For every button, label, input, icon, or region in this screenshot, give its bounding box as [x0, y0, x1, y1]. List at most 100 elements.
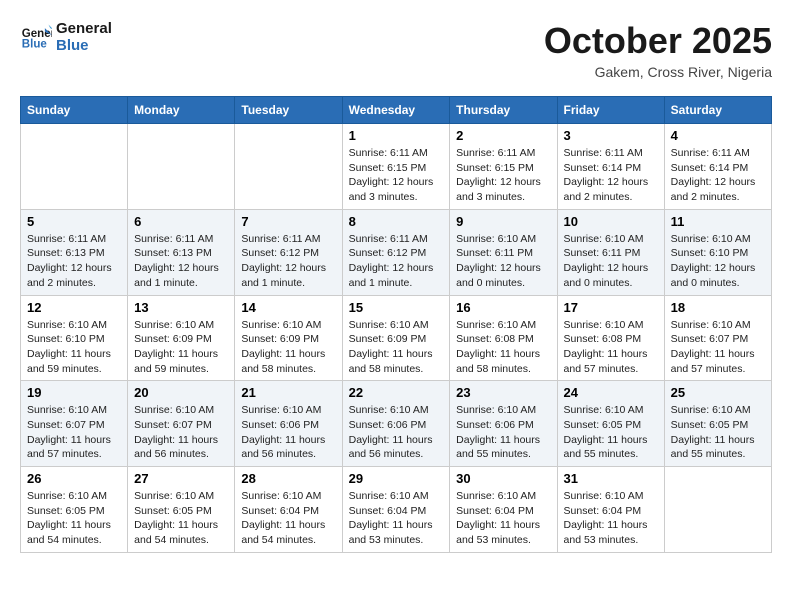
- calendar-day-cell: 9 Sunrise: 6:10 AM Sunset: 6:11 PM Daylig…: [450, 209, 557, 295]
- calendar-day-cell: 1 Sunrise: 6:11 AM Sunset: 6:15 PM Daylig…: [342, 124, 450, 210]
- calendar-day-cell: 30Sunrise: 6:10 AM Sunset: 6:04 PM Dayli…: [450, 467, 557, 553]
- day-number: 8: [349, 214, 444, 229]
- day-number: 2: [456, 128, 550, 143]
- day-number: 24: [564, 385, 658, 400]
- day-number: 7: [241, 214, 335, 229]
- calendar-day-cell: 6Sunrise: 6:11 AM Sunset: 6:13 PM Daylig…: [128, 209, 235, 295]
- calendar-day-cell: 7 Sunrise: 6:11 AM Sunset: 6:12 PM Daylig…: [235, 209, 342, 295]
- day-number: 29: [349, 471, 444, 486]
- day-number: 12: [27, 300, 121, 315]
- day-info: Sunrise: 6:10 AM Sunset: 6:05 PM Dayligh…: [27, 489, 121, 548]
- day-number: 23: [456, 385, 550, 400]
- day-info: Sunrise: 6:10 AM Sunset: 6:05 PM Dayligh…: [671, 403, 765, 462]
- calendar-day-cell: 10 Sunrise: 6:10 AM Sunset: 6:11 PM Dayli…: [557, 209, 664, 295]
- day-info: Sunrise: 6:10 AM Sunset: 6:06 PM Dayligh…: [349, 403, 444, 462]
- day-number: 28: [241, 471, 335, 486]
- day-number: 31: [564, 471, 658, 486]
- calendar-day-cell: 12 Sunrise: 6:10 AM Sunset: 6:10 PM Dayli…: [21, 295, 128, 381]
- calendar-day-cell: 20 Sunrise: 6:10 AM Sunset: 6:07 PM Dayli…: [128, 381, 235, 467]
- calendar-day-cell: 26 Sunrise: 6:10 AM Sunset: 6:05 PM Dayli…: [21, 467, 128, 553]
- day-info: Sunrise: 6:11 AM Sunset: 6:15 PM Dayligh…: [456, 146, 550, 205]
- weekday-header-thursday: Thursday: [450, 97, 557, 124]
- weekday-header-friday: Friday: [557, 97, 664, 124]
- calendar-day-cell: 21 Sunrise: 6:10 AM Sunset: 6:06 PM Dayli…: [235, 381, 342, 467]
- calendar-day-cell: 18Sunrise: 6:10 AM Sunset: 6:07 PM Dayli…: [664, 295, 771, 381]
- calendar-day-cell: 3 Sunrise: 6:11 AM Sunset: 6:14 PM Daylig…: [557, 124, 664, 210]
- calendar-day-cell: 17 Sunrise: 6:10 AM Sunset: 6:08 PM Dayli…: [557, 295, 664, 381]
- day-number: 9: [456, 214, 550, 229]
- day-info: Sunrise: 6:10 AM Sunset: 6:11 PM Dayligh…: [456, 232, 550, 291]
- day-info: Sunrise: 6:11 AM Sunset: 6:14 PM Dayligh…: [564, 146, 658, 205]
- weekday-header-sunday: Sunday: [21, 97, 128, 124]
- calendar-table: SundayMondayTuesdayWednesdayThursdayFrid…: [20, 96, 772, 553]
- day-info: Sunrise: 6:10 AM Sunset: 6:08 PM Dayligh…: [456, 318, 550, 377]
- calendar-day-cell: [21, 124, 128, 210]
- calendar-day-cell: 15 Sunrise: 6:10 AM Sunset: 6:09 PM Dayli…: [342, 295, 450, 381]
- day-number: 20: [134, 385, 228, 400]
- calendar-day-cell: [128, 124, 235, 210]
- day-number: 21: [241, 385, 335, 400]
- day-info: Sunrise: 6:10 AM Sunset: 6:09 PM Dayligh…: [134, 318, 228, 377]
- month-title: October 2025: [544, 20, 772, 62]
- day-info: Sunrise: 6:10 AM Sunset: 6:06 PM Dayligh…: [456, 403, 550, 462]
- weekday-header-wednesday: Wednesday: [342, 97, 450, 124]
- day-number: 17: [564, 300, 658, 315]
- day-info: Sunrise: 6:10 AM Sunset: 6:07 PM Dayligh…: [134, 403, 228, 462]
- day-info: Sunrise: 6:10 AM Sunset: 6:06 PM Dayligh…: [241, 403, 335, 462]
- day-info: Sunrise: 6:10 AM Sunset: 6:10 PM Dayligh…: [671, 232, 765, 291]
- day-number: 15: [349, 300, 444, 315]
- day-info: Sunrise: 6:10 AM Sunset: 6:04 PM Dayligh…: [456, 489, 550, 548]
- day-info: Sunrise: 6:11 AM Sunset: 6:12 PM Dayligh…: [241, 232, 335, 291]
- calendar-day-cell: 23 Sunrise: 6:10 AM Sunset: 6:06 PM Dayli…: [450, 381, 557, 467]
- calendar-day-cell: 14 Sunrise: 6:10 AM Sunset: 6:09 PM Dayli…: [235, 295, 342, 381]
- day-number: 25: [671, 385, 765, 400]
- day-number: 10: [564, 214, 658, 229]
- day-info: Sunrise: 6:11 AM Sunset: 6:15 PM Dayligh…: [349, 146, 444, 205]
- day-info: Sunrise: 6:10 AM Sunset: 6:07 PM Dayligh…: [27, 403, 121, 462]
- day-number: 19: [27, 385, 121, 400]
- location-subtitle: Gakem, Cross River, Nigeria: [544, 64, 772, 80]
- calendar-week-row: 12 Sunrise: 6:10 AM Sunset: 6:10 PM Dayli…: [21, 295, 772, 381]
- day-number: 5: [27, 214, 121, 229]
- calendar-day-cell: 28 Sunrise: 6:10 AM Sunset: 6:04 PM Dayli…: [235, 467, 342, 553]
- title-block: October 2025 Gakem, Cross River, Nigeria: [544, 20, 772, 80]
- calendar-week-row: 5 Sunrise: 6:11 AM Sunset: 6:13 PM Daylig…: [21, 209, 772, 295]
- calendar-day-cell: 4Sunrise: 6:11 AM Sunset: 6:14 PM Daylig…: [664, 124, 771, 210]
- calendar-day-cell: 5Sunrise: 6:11 AM Sunset: 6:13 PM Daylig…: [21, 209, 128, 295]
- calendar-day-cell: 2 Sunrise: 6:11 AM Sunset: 6:15 PM Daylig…: [450, 124, 557, 210]
- logo-text-general: General: [56, 20, 112, 37]
- calendar-day-cell: 27Sunrise: 6:10 AM Sunset: 6:05 PM Dayli…: [128, 467, 235, 553]
- day-info: Sunrise: 6:10 AM Sunset: 6:11 PM Dayligh…: [564, 232, 658, 291]
- day-number: 27: [134, 471, 228, 486]
- calendar-day-cell: 13 Sunrise: 6:10 AM Sunset: 6:09 PM Dayli…: [128, 295, 235, 381]
- calendar-week-row: 26 Sunrise: 6:10 AM Sunset: 6:05 PM Dayli…: [21, 467, 772, 553]
- calendar-day-cell: 16 Sunrise: 6:10 AM Sunset: 6:08 PM Dayli…: [450, 295, 557, 381]
- day-info: Sunrise: 6:10 AM Sunset: 6:04 PM Dayligh…: [564, 489, 658, 548]
- calendar-day-cell: 8 Sunrise: 6:11 AM Sunset: 6:12 PM Daylig…: [342, 209, 450, 295]
- day-info: Sunrise: 6:10 AM Sunset: 6:05 PM Dayligh…: [564, 403, 658, 462]
- calendar-day-cell: 25 Sunrise: 6:10 AM Sunset: 6:05 PM Dayli…: [664, 381, 771, 467]
- day-number: 3: [564, 128, 658, 143]
- calendar-day-cell: 19 Sunrise: 6:10 AM Sunset: 6:07 PM Dayli…: [21, 381, 128, 467]
- day-info: Sunrise: 6:10 AM Sunset: 6:09 PM Dayligh…: [241, 318, 335, 377]
- day-info: Sunrise: 6:10 AM Sunset: 6:10 PM Dayligh…: [27, 318, 121, 377]
- day-number: 26: [27, 471, 121, 486]
- day-info: Sunrise: 6:10 AM Sunset: 6:04 PM Dayligh…: [241, 489, 335, 548]
- page-header: General Blue General Blue October 2025 G…: [20, 20, 772, 80]
- day-number: 22: [349, 385, 444, 400]
- svg-text:Blue: Blue: [22, 39, 48, 51]
- logo-icon: General Blue: [20, 21, 52, 53]
- day-number: 14: [241, 300, 335, 315]
- calendar-day-cell: [235, 124, 342, 210]
- day-number: 18: [671, 300, 765, 315]
- calendar-week-row: 19 Sunrise: 6:10 AM Sunset: 6:07 PM Dayli…: [21, 381, 772, 467]
- day-number: 13: [134, 300, 228, 315]
- day-info: Sunrise: 6:11 AM Sunset: 6:12 PM Dayligh…: [349, 232, 444, 291]
- day-info: Sunrise: 6:10 AM Sunset: 6:09 PM Dayligh…: [349, 318, 444, 377]
- calendar-day-cell: [664, 467, 771, 553]
- day-number: 1: [349, 128, 444, 143]
- day-info: Sunrise: 6:10 AM Sunset: 6:08 PM Dayligh…: [564, 318, 658, 377]
- weekday-header-tuesday: Tuesday: [235, 97, 342, 124]
- day-info: Sunrise: 6:11 AM Sunset: 6:13 PM Dayligh…: [134, 232, 228, 291]
- day-number: 16: [456, 300, 550, 315]
